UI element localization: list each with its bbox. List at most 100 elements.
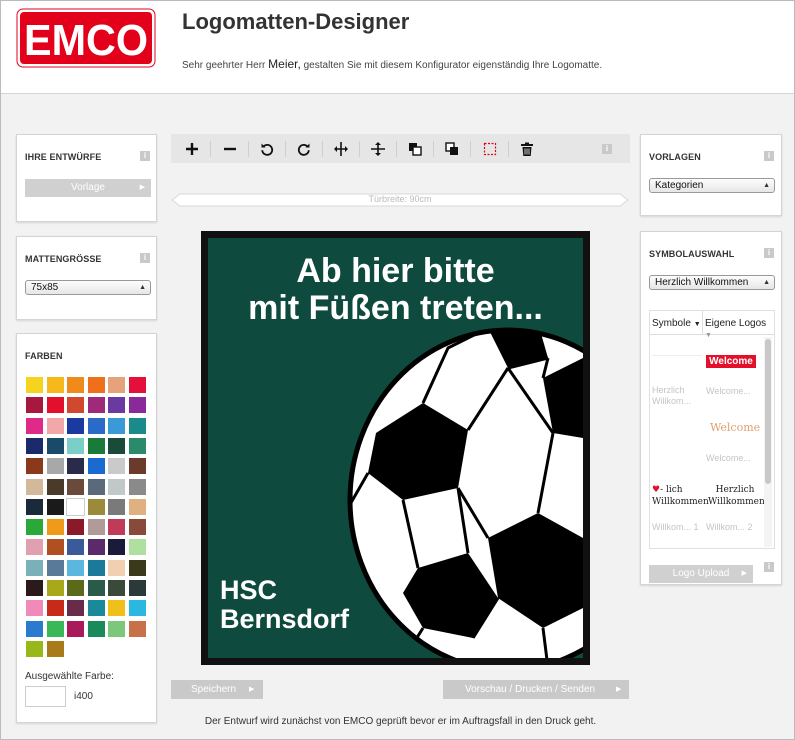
- color-swatch[interactable]: [67, 620, 84, 637]
- symbol-item[interactable]: ♥- lich Willkommen Willkom... 1: [652, 476, 709, 548]
- category-select[interactable]: Kategorien ▲: [649, 178, 775, 193]
- color-swatch[interactable]: [67, 437, 84, 454]
- color-swatch[interactable]: [128, 417, 146, 434]
- color-swatch[interactable]: [26, 498, 43, 515]
- color-swatch[interactable]: [87, 458, 105, 475]
- color-swatch[interactable]: [46, 417, 64, 434]
- color-swatch[interactable]: [46, 519, 64, 536]
- color-swatch[interactable]: [87, 600, 105, 617]
- mat-text-line-2[interactable]: mit Füßen treten...: [208, 289, 583, 328]
- color-swatch[interactable]: [108, 539, 125, 556]
- color-swatch[interactable]: [87, 397, 105, 414]
- info-icon[interactable]: i: [140, 151, 150, 161]
- color-swatch[interactable]: [108, 600, 125, 617]
- color-swatch[interactable]: [26, 620, 43, 637]
- color-swatch[interactable]: [26, 640, 43, 657]
- color-swatch[interactable]: [46, 458, 64, 475]
- mat-surface[interactable]: Ab hier bitte mit Füßen treten... HSC Be…: [208, 238, 583, 658]
- center-horizontal-icon[interactable]: [331, 139, 351, 159]
- color-swatch[interactable]: [128, 458, 146, 475]
- color-swatch[interactable]: [46, 640, 64, 657]
- color-swatch[interactable]: [128, 397, 146, 414]
- color-swatch[interactable]: [46, 539, 64, 556]
- minus-icon[interactable]: [220, 139, 240, 159]
- color-swatch[interactable]: [128, 498, 146, 515]
- color-swatch[interactable]: [108, 498, 125, 515]
- color-swatch[interactable]: [67, 377, 84, 393]
- color-swatch[interactable]: [26, 539, 43, 556]
- color-swatch[interactable]: [108, 377, 125, 393]
- mat-size-select[interactable]: 75x85 ▲: [25, 280, 151, 295]
- color-swatch[interactable]: [128, 600, 146, 617]
- color-swatch[interactable]: [26, 559, 43, 576]
- color-swatch[interactable]: [67, 519, 84, 536]
- emco-logo[interactable]: EMCO: [16, 8, 156, 68]
- color-swatch[interactable]: [128, 559, 146, 576]
- color-swatch[interactable]: [46, 377, 64, 393]
- symbol-item[interactable]: Herzlich Willkom...: [652, 341, 706, 411]
- color-swatch[interactable]: [87, 498, 105, 515]
- color-swatch[interactable]: [128, 580, 146, 596]
- mat-club-line-1[interactable]: HSC: [220, 575, 277, 606]
- info-icon[interactable]: i: [764, 248, 774, 258]
- color-swatch[interactable]: [87, 377, 105, 393]
- color-swatch[interactable]: [67, 417, 84, 434]
- color-swatch[interactable]: [26, 458, 43, 475]
- color-swatch[interactable]: [26, 417, 43, 434]
- color-swatch[interactable]: [26, 437, 43, 454]
- color-swatch[interactable]: [46, 437, 64, 454]
- plus-icon[interactable]: [182, 139, 202, 159]
- color-swatch[interactable]: [26, 478, 43, 495]
- color-swatch[interactable]: [46, 600, 64, 617]
- color-swatch[interactable]: [128, 478, 146, 495]
- send-backward-icon[interactable]: [442, 139, 462, 159]
- rotate-right-icon[interactable]: [294, 139, 314, 159]
- color-swatch[interactable]: [46, 478, 64, 495]
- color-swatch[interactable]: [87, 437, 105, 454]
- color-swatch[interactable]: [46, 620, 64, 637]
- color-swatch[interactable]: [108, 397, 125, 414]
- info-icon[interactable]: i: [764, 151, 774, 161]
- color-swatch[interactable]: [108, 580, 125, 596]
- color-swatch[interactable]: [67, 600, 84, 617]
- scrollbar-thumb[interactable]: [765, 339, 771, 484]
- color-swatch[interactable]: [128, 377, 146, 393]
- color-swatch[interactable]: [46, 498, 64, 515]
- color-swatch[interactable]: [87, 417, 105, 434]
- color-swatch[interactable]: [128, 519, 146, 536]
- color-swatch[interactable]: [67, 539, 84, 556]
- color-swatch[interactable]: [87, 519, 105, 536]
- color-swatch[interactable]: [108, 458, 125, 475]
- color-swatch[interactable]: [87, 539, 105, 556]
- color-swatch[interactable]: [87, 559, 105, 576]
- color-swatch[interactable]: [67, 397, 84, 414]
- color-swatch[interactable]: [26, 519, 43, 536]
- center-vertical-icon[interactable]: [368, 139, 388, 159]
- template-button[interactable]: Vorlage ▶: [25, 179, 151, 197]
- color-swatch[interactable]: [108, 620, 125, 637]
- color-swatch[interactable]: [26, 600, 43, 617]
- mat-text-line-1[interactable]: Ab hier bitte: [208, 252, 583, 291]
- color-swatch[interactable]: [108, 417, 125, 434]
- color-swatch[interactable]: [67, 559, 84, 576]
- color-swatch[interactable]: [67, 458, 84, 475]
- logo-upload-button[interactable]: Logo Upload ▶: [649, 565, 753, 583]
- color-swatch[interactable]: [128, 620, 146, 637]
- color-swatch[interactable]: [67, 478, 84, 495]
- color-swatch[interactable]: [108, 478, 125, 495]
- color-swatch[interactable]: [67, 580, 84, 596]
- symbol-category-select[interactable]: Herzlich Willkommen ▲: [649, 275, 775, 290]
- tab-symbols[interactable]: Symbole ▼: [652, 318, 701, 329]
- color-swatch[interactable]: [87, 478, 105, 495]
- symbol-item[interactable]: Welcome Welcome...: [706, 411, 762, 471]
- mat-canvas[interactable]: Ab hier bitte mit Füßen treten... HSC Be…: [201, 231, 590, 665]
- bring-forward-icon[interactable]: [405, 139, 425, 159]
- color-swatch[interactable]: [128, 539, 146, 556]
- scrollbar-track[interactable]: [764, 337, 772, 547]
- save-button[interactable]: Speichern ▶: [171, 680, 263, 699]
- color-swatch[interactable]: [46, 559, 64, 576]
- color-swatch[interactable]: [108, 519, 125, 536]
- color-swatch[interactable]: [26, 377, 43, 393]
- color-swatch[interactable]: [46, 580, 64, 596]
- color-swatch[interactable]: [108, 437, 125, 454]
